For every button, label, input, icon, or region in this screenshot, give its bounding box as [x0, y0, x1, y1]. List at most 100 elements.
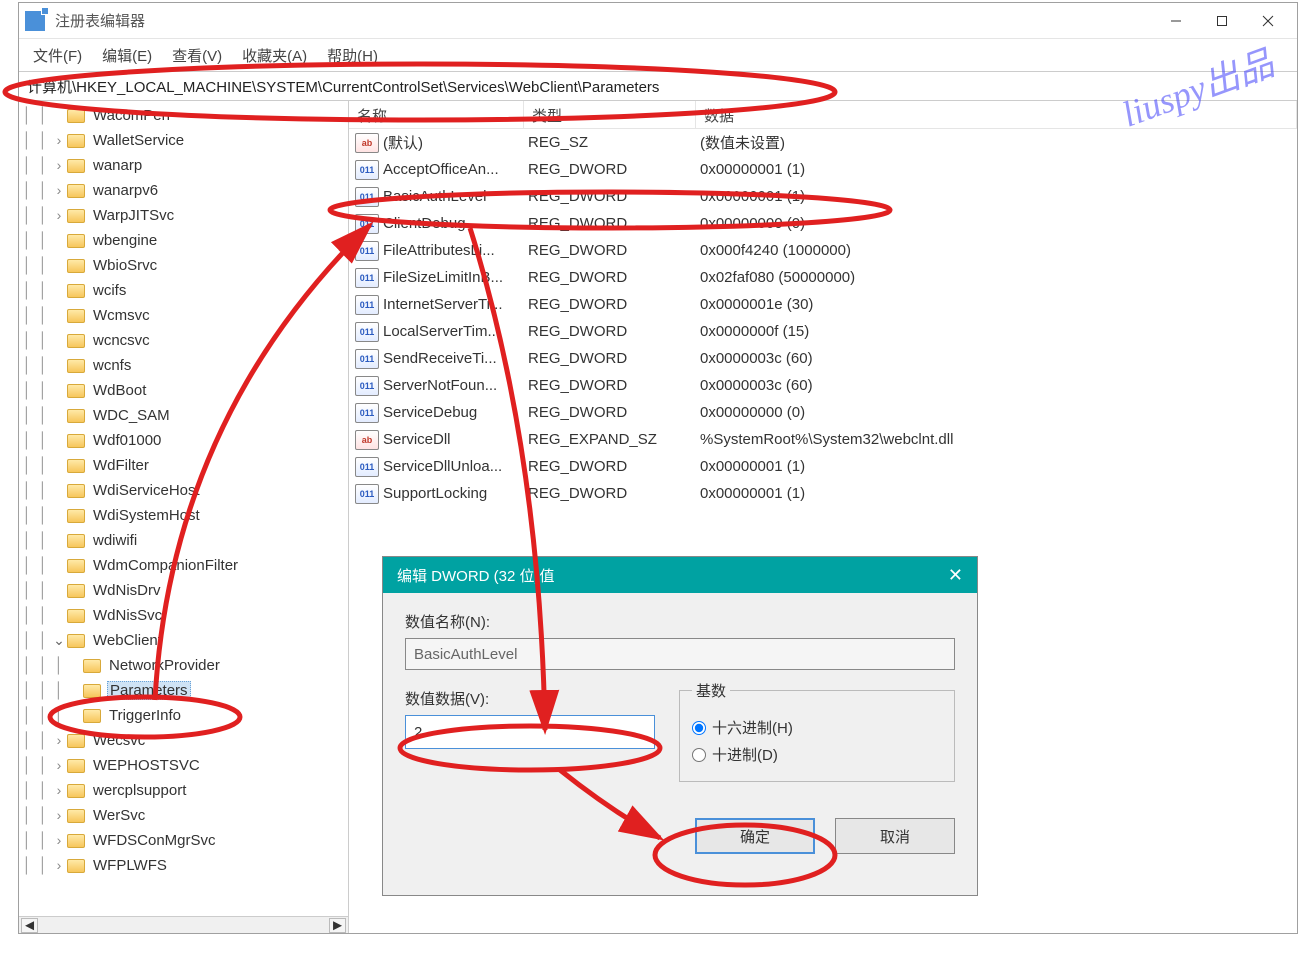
col-type[interactable]: 类型 — [524, 101, 696, 128]
caret-icon[interactable] — [51, 732, 67, 749]
value-row[interactable]: 011AcceptOfficeAn...REG_DWORD0x00000001 … — [349, 156, 1297, 183]
dialog-titlebar[interactable]: 编辑 DWORD (32 位)值 ✕ — [383, 557, 977, 593]
tree-item-wcnfs[interactable]: ││wcnfs — [19, 353, 348, 378]
caret-icon[interactable] — [51, 157, 67, 174]
tree-view[interactable]: ││WacomPen││WalletService││wanarp││wanar… — [19, 101, 348, 916]
tree-item-triggerinfo[interactable]: │││TriggerInfo — [19, 703, 348, 728]
tree-item-wdnisdrv[interactable]: ││WdNisDrv — [19, 578, 348, 603]
value-row[interactable]: 011BasicAuthLevelREG_DWORD0x00000001 (1) — [349, 183, 1297, 210]
tree-item-wdfilter[interactable]: ││WdFilter — [19, 453, 348, 478]
value-type: REG_DWORD — [528, 350, 700, 367]
maximize-button[interactable] — [1199, 3, 1245, 38]
tree-item-wbengine[interactable]: ││wbengine — [19, 228, 348, 253]
caret-icon[interactable] — [51, 182, 67, 199]
tree-item-wdnissvc[interactable]: ││WdNisSvc — [19, 603, 348, 628]
value-name: SupportLocking — [383, 485, 528, 502]
tree-item-wcncsvc[interactable]: ││wcncsvc — [19, 328, 348, 353]
value-row[interactable]: 011FileSizeLimitInB...REG_DWORD0x02faf08… — [349, 264, 1297, 291]
tree-item-wdboot[interactable]: ││WdBoot — [19, 378, 348, 403]
tree-item-wdiservicehost[interactable]: ││WdiServiceHost — [19, 478, 348, 503]
cancel-button[interactable]: 取消 — [835, 818, 955, 854]
tree-label: wdiwifi — [91, 532, 139, 549]
value-row[interactable]: 011FileAttributesLi...REG_DWORD0x000f424… — [349, 237, 1297, 264]
tree-item-wephostsvc[interactable]: ││WEPHOSTSVC — [19, 753, 348, 778]
base-legend: 基数 — [692, 680, 730, 701]
menu-help[interactable]: 帮助(H) — [317, 45, 388, 66]
caret-icon[interactable] — [51, 207, 67, 224]
caret-icon[interactable] — [51, 857, 67, 874]
dialog-close-icon[interactable]: ✕ — [948, 565, 963, 586]
value-row[interactable]: 011ServiceDllUnloa...REG_DWORD0x00000001… — [349, 453, 1297, 480]
caret-icon[interactable] — [51, 757, 67, 774]
folder-icon — [67, 559, 85, 573]
tree-item-wdisystemhost[interactable]: ││WdiSystemHost — [19, 503, 348, 528]
minimize-button[interactable] — [1153, 3, 1199, 38]
menu-edit[interactable]: 编辑(E) — [92, 45, 162, 66]
address-bar[interactable] — [19, 71, 1297, 101]
value-name-label: 数值名称(N): — [405, 611, 955, 632]
tree-item-webclient[interactable]: ││WebClient — [19, 628, 348, 653]
tree-item-wersvc[interactable]: ││WerSvc — [19, 803, 348, 828]
radio-hex[interactable]: 十六进制(H) — [692, 717, 942, 738]
value-row[interactable]: 011ServiceDebugREG_DWORD0x00000000 (0) — [349, 399, 1297, 426]
tree-item-wcmsvc[interactable]: ││Wcmsvc — [19, 303, 348, 328]
scroll-right-icon[interactable]: ► — [329, 918, 346, 933]
caret-icon[interactable] — [51, 132, 67, 149]
titlebar[interactable]: 注册表编辑器 — [19, 3, 1297, 39]
value-row[interactable]: ab(默认)REG_SZ(数值未设置) — [349, 129, 1297, 156]
tree-item-wbiosrvc[interactable]: ││WbioSrvc — [19, 253, 348, 278]
tree-item-wfdsconmgrsvc[interactable]: ││WFDSConMgrSvc — [19, 828, 348, 853]
tree-item-wfplwfs[interactable]: ││WFPLWFS — [19, 853, 348, 878]
value-data: 0x00000001 (1) — [700, 188, 1297, 205]
value-data-input[interactable] — [405, 715, 655, 749]
value-row[interactable]: 011SendReceiveTi...REG_DWORD0x0000003c (… — [349, 345, 1297, 372]
tree-item-wacompen[interactable]: ││WacomPen — [19, 103, 348, 128]
tree-item-parameters[interactable]: │││Parameters — [19, 678, 348, 703]
scroll-left-icon[interactable]: ◄ — [21, 918, 38, 933]
value-row[interactable]: 011LocalServerTim...REG_DWORD0x0000000f … — [349, 318, 1297, 345]
value-data: 0x00000000 (0) — [700, 404, 1297, 421]
dword-icon: 011 — [355, 268, 379, 288]
menu-view[interactable]: 查看(V) — [162, 45, 232, 66]
value-row[interactable]: 011InternetServerTi...REG_DWORD0x0000001… — [349, 291, 1297, 318]
caret-icon[interactable] — [51, 632, 67, 649]
tree-item-wcifs[interactable]: ││wcifs — [19, 278, 348, 303]
tree-item-wanarp[interactable]: ││wanarp — [19, 153, 348, 178]
caret-icon[interactable] — [51, 807, 67, 824]
menu-file[interactable]: 文件(F) — [23, 45, 92, 66]
tree-item-wdiwifi[interactable]: ││wdiwifi — [19, 528, 348, 553]
dialog-title: 编辑 DWORD (32 位)值 — [397, 565, 948, 586]
close-button[interactable] — [1245, 3, 1291, 38]
value-row[interactable]: 011SupportLockingREG_DWORD0x00000001 (1) — [349, 480, 1297, 507]
tree-item-wanarpv6[interactable]: ││wanarpv6 — [19, 178, 348, 203]
radio-hex-input[interactable] — [692, 721, 706, 735]
tree-label: WdNisSvc — [91, 607, 164, 624]
radio-dec-input[interactable] — [692, 748, 706, 762]
string-icon: ab — [355, 430, 379, 450]
tree-item-warpjitsvc[interactable]: ││WarpJITSvc — [19, 203, 348, 228]
caret-icon[interactable] — [51, 782, 67, 799]
menu-fav[interactable]: 收藏夹(A) — [232, 45, 317, 66]
value-row[interactable]: 011ClientDebugREG_DWORD0x00000000 (0) — [349, 210, 1297, 237]
folder-icon — [67, 409, 85, 423]
caret-icon[interactable] — [51, 832, 67, 849]
tree-item-wdf01000[interactable]: ││Wdf01000 — [19, 428, 348, 453]
tree-item-networkprovider[interactable]: │││NetworkProvider — [19, 653, 348, 678]
tree-item-wdc_sam[interactable]: ││WDC_SAM — [19, 403, 348, 428]
col-name[interactable]: 名称 — [349, 101, 524, 128]
tree-item-wecsvc[interactable]: ││Wecsvc — [19, 728, 348, 753]
tree-item-wdmcompanionfilter[interactable]: ││WdmCompanionFilter — [19, 553, 348, 578]
col-data[interactable]: 数据 — [696, 101, 1297, 128]
radio-dec[interactable]: 十进制(D) — [692, 744, 942, 765]
scrollbar-horizontal[interactable]: ◄ ► — [19, 916, 348, 933]
tree-item-walletservice[interactable]: ││WalletService — [19, 128, 348, 153]
tree-label: WFPLWFS — [91, 857, 169, 874]
ok-button[interactable]: 确定 — [695, 818, 815, 854]
list-header[interactable]: 名称 类型 数据 — [349, 101, 1297, 129]
value-row[interactable]: abServiceDllREG_EXPAND_SZ%SystemRoot%\Sy… — [349, 426, 1297, 453]
address-input[interactable] — [27, 78, 1289, 95]
value-row[interactable]: 011ServerNotFoun...REG_DWORD0x0000003c (… — [349, 372, 1297, 399]
dword-icon: 011 — [355, 160, 379, 180]
tree-label: WdiSystemHost — [91, 507, 202, 524]
tree-item-wercplsupport[interactable]: ││wercplsupport — [19, 778, 348, 803]
